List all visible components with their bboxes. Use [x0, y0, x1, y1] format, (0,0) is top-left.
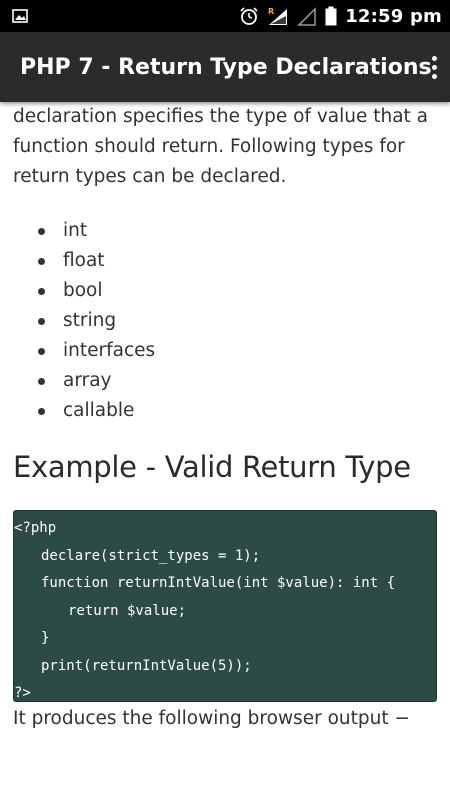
type-label: bool [63, 280, 103, 301]
intro-line: declaration specifies the type of value … [13, 106, 429, 127]
bullet-icon [38, 288, 45, 295]
app-bar: PHP 7 - Return Type Declarations [0, 32, 450, 102]
type-label: float [63, 250, 105, 271]
roaming-signal-icon: R [267, 6, 289, 26]
list-item: callable [38, 396, 155, 426]
intro-line: return types can be declared. [13, 166, 287, 187]
overflow-menu-button[interactable] [431, 47, 437, 87]
example-heading: Example - Valid Return Type [13, 450, 411, 484]
type-label: callable [63, 400, 135, 421]
code-line: function returnIntValue(int $value): int… [41, 575, 396, 591]
bullet-icon [38, 228, 45, 235]
list-item: int [38, 216, 155, 246]
type-label: string [63, 310, 117, 331]
output-description: It produces the following browser output… [13, 708, 410, 729]
battery-icon [325, 6, 337, 26]
bullet-icon [38, 378, 45, 385]
intro-line: function should return. Following types … [13, 136, 405, 157]
type-label: int [63, 220, 88, 241]
list-item: array [38, 366, 155, 396]
signal-icon [297, 6, 317, 26]
alarm-icon [239, 6, 259, 26]
article-content[interactable]: declaration specifies the type of value … [0, 102, 450, 800]
bullet-icon [38, 408, 45, 415]
bullet-icon [38, 318, 45, 325]
bullet-icon [38, 348, 45, 355]
intro-paragraph: declaration specifies the type of value … [13, 102, 438, 192]
list-item: bool [38, 276, 155, 306]
list-item: string [38, 306, 155, 336]
list-item: float [38, 246, 155, 276]
bullet-icon [38, 258, 45, 265]
roaming-label: R [268, 7, 274, 16]
status-bar: R 12:59 pm [0, 0, 450, 32]
overflow-dot [431, 55, 437, 61]
return-types-list: int float bool string interfaces array c… [38, 216, 155, 426]
code-line: return $value; [68, 602, 187, 619]
overflow-dot [431, 73, 437, 79]
overflow-dot [431, 64, 437, 70]
code-line: <?php [14, 520, 57, 536]
list-item: interfaces [38, 336, 155, 366]
type-label: array [63, 370, 112, 391]
gallery-notification-icon [12, 9, 28, 23]
page-title: PHP 7 - Return Type Declarations [20, 54, 432, 80]
code-block[interactable]: <?php declare(strict_types = 1); functio… [13, 510, 437, 702]
code-line: } [41, 630, 50, 646]
type-label: interfaces [63, 340, 156, 361]
status-time: 12:59 pm [345, 5, 442, 27]
code-line: declare(strict_types = 1); [41, 547, 261, 564]
code-line: print(returnIntValue(5)); [41, 657, 252, 674]
